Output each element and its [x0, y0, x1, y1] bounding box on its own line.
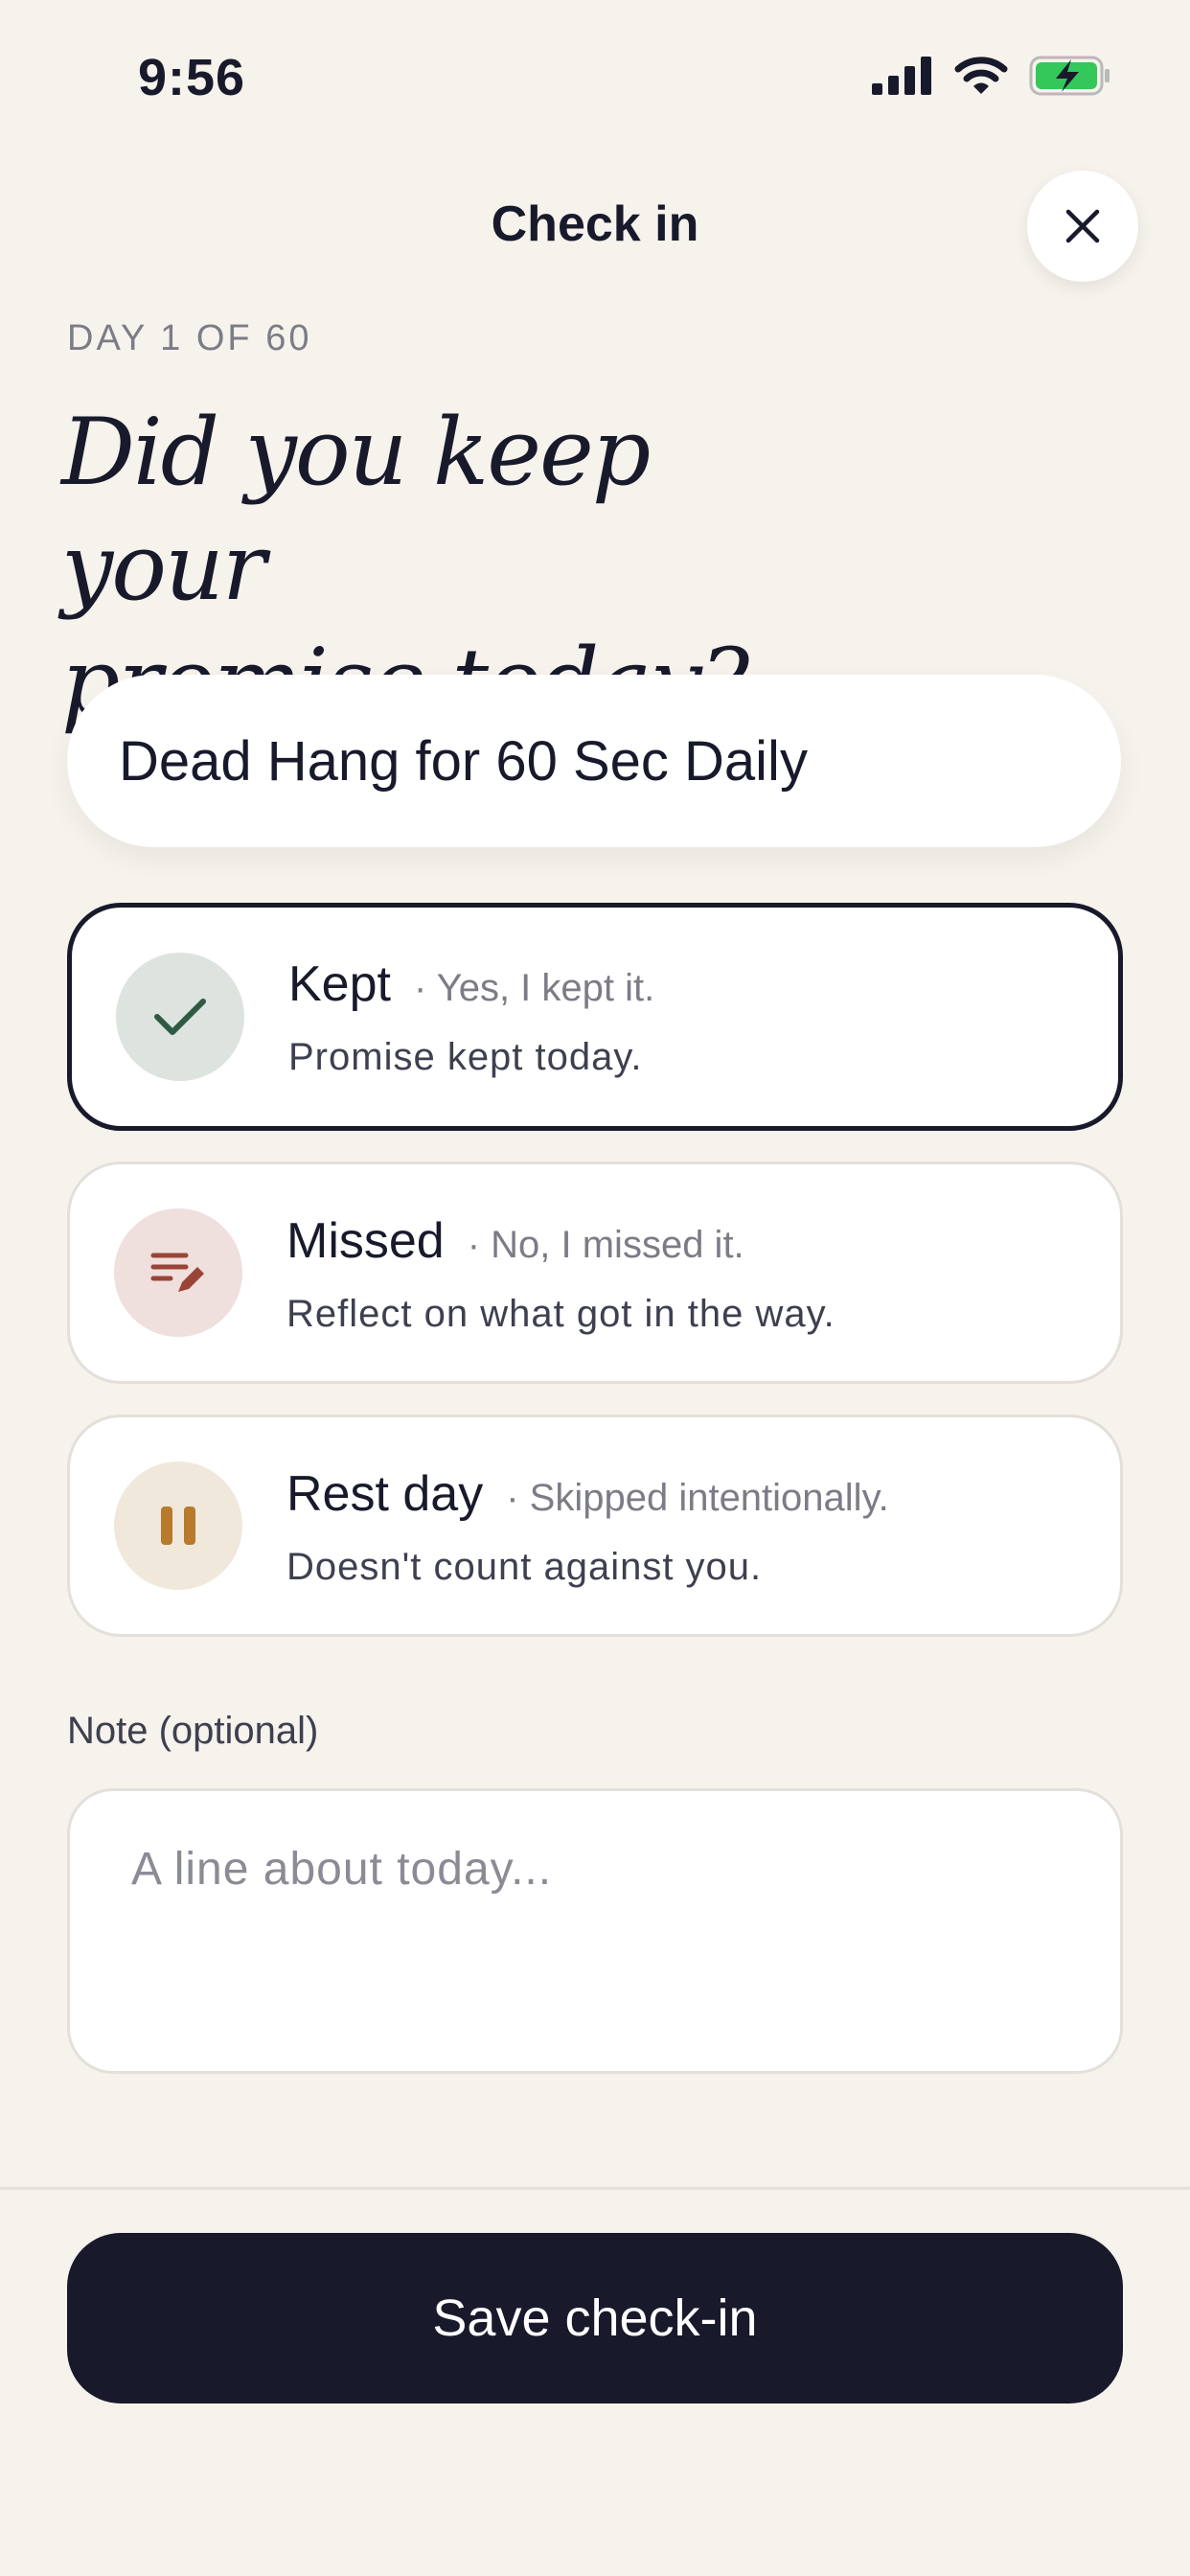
promise-name-card: Dead Hang for 60 Sec Daily — [67, 675, 1121, 847]
note-label: Note (optional) — [67, 1710, 319, 1752]
option-rest-day-title: Rest day — [286, 1466, 484, 1522]
option-missed-subtitle: · No, I missed it. — [467, 1224, 744, 1266]
wifi-icon — [954, 57, 1008, 94]
status-icons — [872, 56, 1111, 96]
note-pencil-icon — [150, 1253, 204, 1292]
option-missed-description: Reflect on what got in the way. — [286, 1293, 835, 1335]
option-missed[interactable]: Missed · No, I missed it. Reflect on wha… — [67, 1162, 1123, 1384]
option-rest-day[interactable]: Rest day · Skipped intentionally. Doesn'… — [67, 1414, 1123, 1637]
option-rest-day-description: Doesn't count against you. — [286, 1546, 763, 1588]
kept-icon-circle — [116, 953, 244, 1081]
footer-divider — [0, 2187, 1190, 2190]
pause-icon — [161, 1506, 195, 1545]
option-kept[interactable]: Kept · Yes, I kept it. Promise kept toda… — [67, 903, 1123, 1131]
status-time: 9:56 — [138, 49, 246, 106]
option-kept-description: Promise kept today. — [288, 1036, 643, 1078]
option-missed-title: Missed — [286, 1213, 445, 1269]
battery-charging-icon — [1029, 56, 1110, 96]
page-title: Check in — [491, 196, 699, 252]
cellular-signal-icon — [872, 57, 931, 95]
day-progress-label: DAY 1 OF 60 — [67, 318, 312, 358]
save-check-in-button[interactable]: Save check-in — [67, 2233, 1123, 2404]
question-line-1: Did you keep your — [61, 399, 651, 621]
rest-day-icon-circle — [114, 1461, 242, 1590]
close-icon — [1065, 209, 1100, 243]
missed-icon-circle — [114, 1208, 242, 1337]
check-icon — [154, 999, 206, 1035]
option-kept-title: Kept — [288, 956, 391, 1012]
close-button[interactable] — [1027, 171, 1138, 282]
option-rest-day-subtitle: · Skipped intentionally. — [506, 1477, 889, 1519]
note-placeholder: A line about today... — [131, 1844, 553, 1895]
note-input[interactable]: A line about today... — [67, 1788, 1123, 2074]
option-kept-subtitle: · Yes, I kept it. — [413, 967, 655, 1009]
